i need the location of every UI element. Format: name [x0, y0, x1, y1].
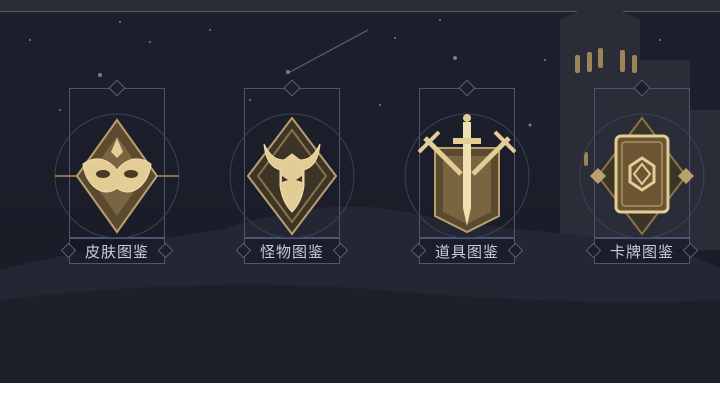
card-item-codex[interactable]: 道具图鉴 — [404, 79, 530, 264]
monster-horned-icon — [229, 113, 355, 239]
card-label: 皮肤图鉴 — [84, 242, 149, 261]
mask-icon — [54, 113, 180, 239]
card-label-box: 怪物图鉴 — [244, 238, 340, 264]
shooting-star — [289, 29, 369, 73]
card-icon — [579, 113, 705, 239]
crossed-swords-shield-icon — [404, 113, 530, 239]
card-label-box: 皮肤图鉴 — [69, 238, 165, 264]
card-label: 怪物图鉴 — [259, 242, 324, 261]
card-skin-codex[interactable]: 皮肤图鉴 — [54, 79, 180, 264]
card-card-codex[interactable]: 卡牌图鉴 — [579, 79, 705, 264]
card-label-box: 道具图鉴 — [419, 238, 515, 264]
card-monster-codex[interactable]: 怪物图鉴 — [229, 79, 355, 264]
card-label-box: 卡牌图鉴 — [594, 238, 690, 264]
card-label: 道具图鉴 — [434, 242, 499, 261]
card-label: 卡牌图鉴 — [609, 242, 674, 261]
night-sky-background: 皮肤图鉴 怪物图鉴 道具图鉴 卡牌图鉴 — [0, 0, 720, 383]
